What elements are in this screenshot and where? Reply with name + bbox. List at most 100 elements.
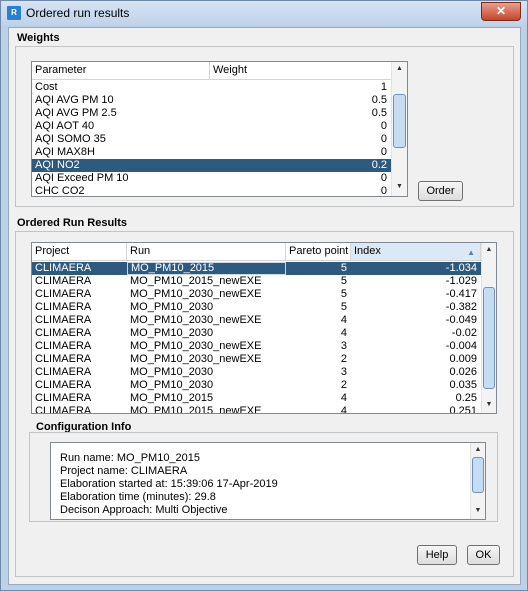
results-row[interactable]: CLIMAERA MO_PM10_2015 5 -1.034 <box>32 262 481 275</box>
weights-cell-parameter: AQI Exceed PM 10 <box>35 172 129 184</box>
config-info-line: Run name: MO_PM10_2015 <box>60 452 201 464</box>
results-cell-run: MO_PM10_2015_newEXE <box>130 275 262 287</box>
weights-cell-weight: 0.2 <box>371 159 387 171</box>
weights-row[interactable]: AQI NO2 0.2 <box>32 159 391 172</box>
weights-row[interactable]: AQI MAX8H 0 <box>32 146 391 159</box>
results-cell-pareto-point: 5 <box>340 288 347 300</box>
results-cell-index: -0.417 <box>445 288 477 300</box>
results-cell-index: 0.009 <box>449 353 477 365</box>
column-header-pareto-point[interactable]: Pareto point <box>286 243 351 260</box>
weights-scroll-thumb[interactable] <box>393 94 406 148</box>
weights-row[interactable]: AQI SOMO 35 0 <box>32 133 391 146</box>
weights-row[interactable]: AQI AVG PM 10 0.5 <box>32 94 391 107</box>
results-row[interactable]: CLIMAERA MO_PM10_2030 3 0.026 <box>32 366 481 379</box>
config-info-line: Project name: CLIMAERA <box>60 465 188 477</box>
order-button[interactable]: Order <box>418 181 463 201</box>
results-cell-pareto-point: 5 <box>340 301 347 313</box>
weights-cell-parameter: Cost <box>35 81 58 93</box>
weights-cell-parameter: AQI AVG PM 10 <box>35 94 114 106</box>
results-scrollbar[interactable]: ▲ ▼ <box>481 243 496 413</box>
weights-table-header: Parameter Weight <box>32 62 392 80</box>
config-info-line: Elaboration started at: 15:39:06 17-Apr-… <box>60 478 278 490</box>
results-cell-pareto-point: 3 <box>340 366 347 378</box>
column-header-project[interactable]: Project <box>32 243 127 260</box>
results-cell-project: CLIMAERA <box>35 379 92 391</box>
results-cell-project: CLIMAERA <box>35 392 92 404</box>
weights-row[interactable]: AQI AVG PM 2.5 0.5 <box>32 107 391 120</box>
results-cell-pareto-point: 4 <box>340 314 347 326</box>
results-row[interactable]: CLIMAERA MO_PM10_2030_newEXE 5 -0.417 <box>32 288 481 301</box>
results-cell-pareto-point: 5 <box>340 262 347 274</box>
results-cell-run: MO_PM10_2030_newEXE <box>130 314 262 326</box>
results-row[interactable]: CLIMAERA MO_PM10_2030 4 -0.02 <box>32 327 481 340</box>
results-cell-run: MO_PM10_2015_newEXE <box>130 405 262 414</box>
results-scroll-thumb[interactable] <box>483 287 495 389</box>
results-cell-index: -1.034 <box>445 262 477 274</box>
weights-scrollbar[interactable]: ▲ ▼ <box>391 62 407 196</box>
results-row[interactable]: CLIMAERA MO_PM10_2015 4 0.25 <box>32 392 481 405</box>
scroll-down-arrow-icon[interactable]: ▼ <box>482 399 496 411</box>
scroll-up-arrow-icon[interactable]: ▲ <box>482 244 496 256</box>
results-row[interactable]: CLIMAERA MO_PM10_2030_newEXE 3 -0.004 <box>32 340 481 353</box>
results-row[interactable]: CLIMAERA MO_PM10_2015_newEXE 5 -1.029 <box>32 275 481 288</box>
help-button[interactable]: Help <box>417 545 457 565</box>
results-cell-index: 0.251 <box>449 405 477 414</box>
results-cell-pareto-point: 4 <box>340 327 347 339</box>
results-cell-project: CLIMAERA <box>35 314 92 326</box>
weights-cell-parameter: AQI AVG PM 2.5 <box>35 107 117 119</box>
weights-cell-weight: 0.5 <box>371 107 387 119</box>
results-section-label: Ordered Run Results <box>17 217 128 229</box>
config-info-text-area[interactable]: Run name: MO_PM10_2015 Project name: CLIM… <box>50 442 486 520</box>
column-header-run[interactable]: Run <box>127 243 286 260</box>
results-cell-project: CLIMAERA <box>35 405 92 414</box>
ok-button[interactable]: OK <box>467 545 500 565</box>
column-header-weight[interactable]: Weight <box>210 62 392 79</box>
results-cell-run: MO_PM10_2030_newEXE <box>130 353 262 365</box>
sort-ascending-icon: ▲ <box>467 248 475 257</box>
results-row[interactable]: CLIMAERA MO_PM10_2030 5 -0.382 <box>32 301 481 314</box>
results-cell-project: CLIMAERA <box>35 288 92 300</box>
results-cell-index: -0.382 <box>445 301 477 313</box>
scroll-down-arrow-icon[interactable]: ▼ <box>392 181 407 193</box>
scroll-up-arrow-icon[interactable]: ▲ <box>471 444 485 456</box>
config-info-scroll-thumb[interactable] <box>472 457 484 493</box>
results-cell-index: 0.25 <box>455 392 477 404</box>
scroll-up-arrow-icon[interactable]: ▲ <box>392 63 407 75</box>
weights-row[interactable]: AQI AOT 40 0 <box>32 120 391 133</box>
app-icon: R <box>7 6 21 20</box>
results-row[interactable]: CLIMAERA MO_PM10_2015_newEXE 4 0.251 <box>32 405 481 414</box>
results-cell-project: CLIMAERA <box>35 340 92 352</box>
weights-row[interactable]: Cost 1 <box>32 81 391 94</box>
results-cell-pareto-point: 3 <box>340 340 347 352</box>
results-cell-index: 0.026 <box>449 366 477 378</box>
results-row[interactable]: CLIMAERA MO_PM10_2030_newEXE 4 -0.049 <box>32 314 481 327</box>
results-cell-run: MO_PM10_2015 <box>127 262 286 275</box>
window-title: Ordered run results <box>26 6 130 20</box>
results-cell-index: -0.02 <box>451 327 477 339</box>
weights-cell-parameter: AQI SOMO 35 <box>35 133 106 145</box>
weights-row[interactable]: CHC CO2 0 <box>32 185 391 197</box>
column-header-index[interactable]: Index ▲ <box>351 243 481 260</box>
results-cell-project: CLIMAERA <box>35 262 92 274</box>
results-cell-run: MO_PM10_2030 <box>130 327 214 339</box>
weights-row[interactable]: AQI Exceed PM 10 0 <box>32 172 391 185</box>
results-row[interactable]: CLIMAERA MO_PM10_2030_newEXE 2 0.009 <box>32 353 481 366</box>
weights-cell-parameter: CHC CO2 <box>35 185 85 197</box>
config-info-line: Decison Approach: Multi Objective <box>60 504 228 516</box>
results-cell-pareto-point: 2 <box>340 379 347 391</box>
results-row[interactable]: CLIMAERA MO_PM10_2030 2 0.035 <box>32 379 481 392</box>
weights-table: Parameter Weight Cost 1 AQI AVG PM 10 0.5 AQ… <box>31 61 408 197</box>
title-bar[interactable]: R Ordered run results ✕ <box>1 1 527 25</box>
weights-cell-weight: 0 <box>380 146 387 158</box>
column-header-parameter[interactable]: Parameter <box>32 62 210 79</box>
results-cell-project: CLIMAERA <box>35 366 92 378</box>
results-cell-project: CLIMAERA <box>35 353 92 365</box>
scroll-down-arrow-icon[interactable]: ▼ <box>471 505 485 517</box>
dialog-window: R Ordered run results ✕ Weights Paramete… <box>0 0 528 591</box>
config-info-group: Run name: MO_PM10_2015 Project name: CLIM… <box>29 432 498 522</box>
close-button[interactable]: ✕ <box>481 2 521 21</box>
results-table-header: Project Run Pareto point Index ▲ <box>32 243 481 261</box>
config-info-scrollbar[interactable]: ▲ ▼ <box>470 443 485 519</box>
results-cell-pareto-point: 2 <box>340 353 347 365</box>
index-header-label: Index <box>354 245 381 257</box>
